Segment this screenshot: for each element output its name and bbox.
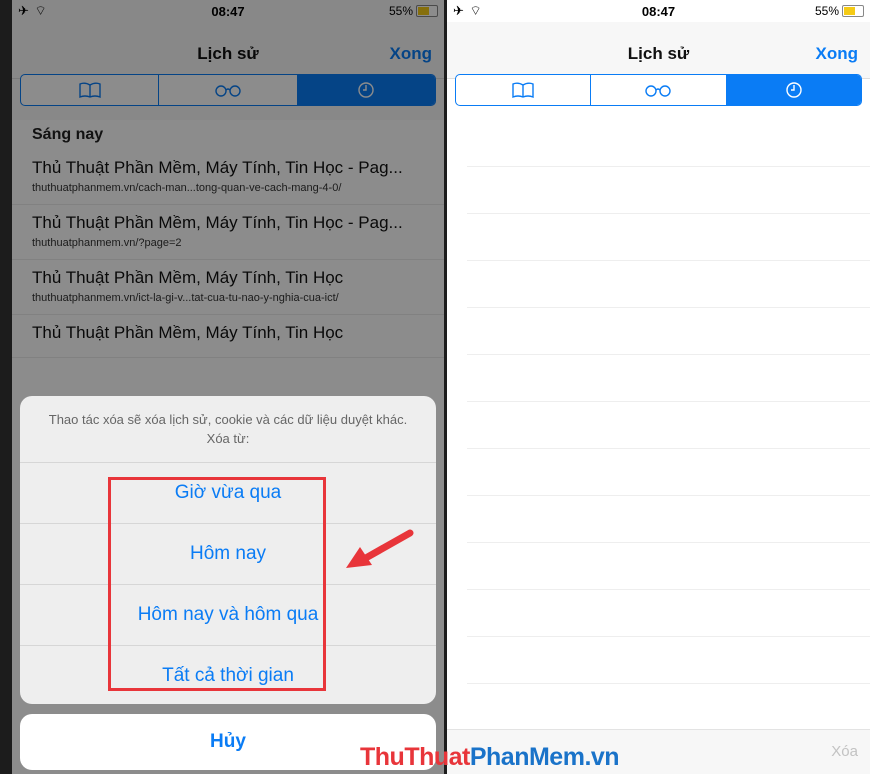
tab-bookmarks[interactable] [456,75,592,105]
watermark-part2: PhanMem.vn [469,743,620,771]
watermark-part1: ThuThuat [360,743,470,771]
page-title: Lịch sử [627,44,690,63]
empty-history-list [467,120,870,734]
segmented-control [455,74,862,106]
red-arrow-icon [346,529,414,568]
book-icon [512,82,534,98]
highlight-box [108,477,326,691]
tab-reading-list[interactable] [591,75,727,105]
battery-indicator: 55% [815,4,864,18]
battery-icon [842,5,864,17]
clock-icon [786,82,802,98]
tab-history[interactable] [726,75,861,105]
status-time: 08:47 [641,4,676,19]
done-button[interactable]: Xong [816,44,859,64]
right-screen: ✈ ︎⌔ 08:47 55% Lịch sử Xong Xóa [447,0,870,774]
status-bar: ✈ ︎⌔ 08:47 55% [447,0,870,22]
battery-percent: 55% [814,4,839,18]
sheet-message: Thao tác xóa sẽ xóa lịch sử, cookie và c… [20,396,436,463]
watermark: ThuThuatPhanMem.vn [360,743,620,772]
nav-bar: Lịch sử Xong [447,22,870,79]
clear-button[interactable]: Xóa [831,743,858,760]
reading-glasses-icon [645,85,672,97]
